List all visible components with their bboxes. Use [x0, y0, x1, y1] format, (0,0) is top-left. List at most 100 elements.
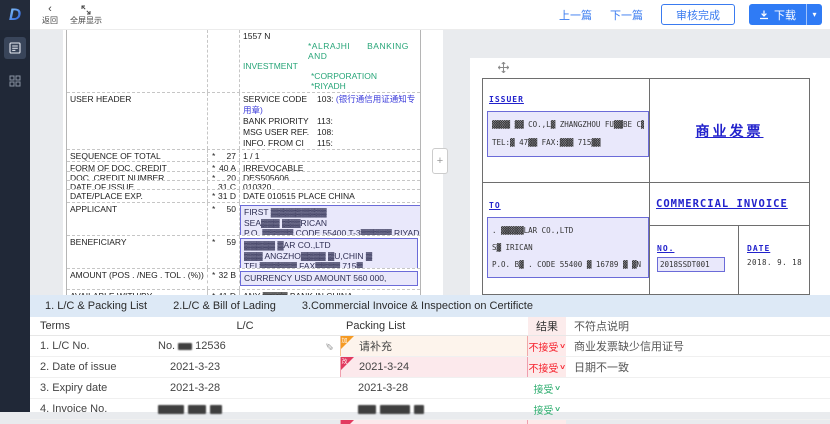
redacted-block [358, 405, 376, 414]
caret-down-icon: ▾ [812, 10, 816, 19]
result-select[interactable]: 不接受 ∨ [528, 357, 566, 377]
col-packing-list: Packing List [340, 317, 528, 335]
highlight-amount: CURRENCY USD AMOUNT 560 000, [240, 271, 418, 286]
modified-flag-icon [341, 420, 354, 424]
invoice-date-cell: DATE 2018. 9. 18 [739, 226, 809, 294]
download-button[interactable]: 下载 [749, 4, 806, 25]
chevron-down-icon: ∨ [554, 384, 561, 392]
col-lc: L/C [150, 317, 340, 335]
next-doc-link[interactable]: 下一篇 [610, 7, 643, 23]
table-row: 2. Date of issue 2021-3-23 改 2021-3-24 不… [30, 357, 830, 378]
fullscreen-label: 全屏显示 [70, 17, 102, 25]
highlight-applicant: FIRST ▓▓▓▓▓▓▓▓▓ SEA▓▓▓ ▓▓▓RICAN P.O. ▓▓▓… [240, 205, 420, 236]
app-logo: D [0, 0, 30, 30]
lc-value-cell: 2021-3-23 [150, 357, 340, 377]
invoice-document-page[interactable]: ISSUER ▓▓▓▓ ▓▓ CO.,L▓ ZHANGZHOU FU▓▓BE C… [470, 58, 830, 295]
swift-row: DATE OF ISSUE 31 C 010320 [67, 181, 420, 190]
swift-row-bank: 1557 N *ALRAJHI BANKING AND INVESTMENT *… [67, 30, 420, 93]
tab-invoice-inspection[interactable]: 3.Commercial Invoice & Inspection on Cer… [302, 300, 533, 312]
discrepancy-note [566, 399, 830, 419]
invoice-title-en: COMMERCIAL INVOICE [656, 198, 788, 210]
comparison-tabs: 1. L/C & Packing List 2.L/C & Bill of La… [30, 295, 830, 317]
result-select[interactable]: 接受 ∨ [528, 399, 566, 419]
swift-table: 1557 N *ALRAJHI BANKING AND INVESTMENT *… [66, 30, 421, 295]
redacted-block [380, 405, 410, 414]
table-header: Terms L/C Packing List 结果 不符点说明 [30, 317, 830, 336]
invoice-no-cell: NO. 2018SSDT001 [650, 226, 739, 294]
tab-lc-packing-list[interactable]: 1. L/C & Packing List [45, 300, 147, 312]
lc-value-cell: 2021-3-28 [150, 378, 340, 398]
redacted-block [178, 343, 192, 350]
table-row-partial [30, 420, 830, 424]
download-label: 下载 [774, 7, 796, 23]
swift-row: SEQUENCE OF TOTAL *27 1 / 1 [67, 150, 420, 162]
result-select[interactable]: 接受 ∨ [528, 378, 566, 398]
lc-value-cell [150, 399, 340, 419]
result-select[interactable]: 不接受 ∨ [528, 336, 566, 356]
invoice-subtitle-cell: COMMERCIAL INVOICE [650, 183, 809, 226]
swift-row-applicant: APPLICANT *50 FIRST ▓▓▓▓▓▓▓▓▓ SEA▓▓▓ ▓▓▓… [67, 203, 420, 236]
sidebar-item-document[interactable] [4, 37, 26, 59]
review-complete-button[interactable]: 审核完成 [661, 4, 735, 25]
packing-value-cell: 2021-3-28 [340, 378, 528, 398]
expand-handle[interactable]: + [432, 148, 448, 174]
invoice-title-cn: 商业发票 [696, 121, 764, 141]
comparison-panel: 1. L/C & Packing List 2.L/C & Bill of La… [30, 295, 830, 412]
to-label: TO [489, 201, 649, 210]
issuer-label: ISSUER [489, 95, 649, 104]
highlight-to: . ▓▓▓▓▓LAR CO.,LTD S▓ IRICAN P.O. B▓ . C… [487, 217, 649, 278]
packing-value-cell [340, 420, 528, 424]
redacted-block [414, 405, 424, 414]
chevron-down-icon: ∨ [559, 342, 566, 350]
discrepancy-note [566, 378, 830, 398]
tab-lc-bill-of-lading[interactable]: 2.L/C & Bill of Lading [173, 300, 276, 312]
packing-value-cell: 改 2021-3-24 [340, 357, 528, 377]
fullscreen-button[interactable]: 全屏显示 [70, 4, 102, 25]
col-terms: Terms [30, 317, 150, 335]
fullscreen-icon [81, 4, 91, 15]
chevron-down-icon: ∨ [559, 363, 566, 371]
swift-intro-value: 1557 N [243, 31, 418, 41]
swift-row-amount: AMOUNT (POS . /NEG . TOL . (%)) *32 B CU… [67, 269, 420, 290]
swift-row-user-header: USER HEADER SERVICE CODE103: (银行通信用证通知专用… [67, 93, 420, 150]
discrepancy-note: 商业发票缺少信用证号 [566, 336, 830, 356]
download-button-group: 下载 ▾ [749, 4, 822, 25]
document-list-icon [9, 42, 21, 54]
highlight-invoice-no: 2018SSDT001 [657, 257, 725, 272]
added-flag-icon: 加 [341, 336, 354, 349]
swift-row: FORM OF DOC. CREDIT *40 A IRREVOCABLE [67, 162, 420, 172]
back-button[interactable]: ‹ 返回 [42, 4, 58, 25]
discrepancy-note: 日期不一致 [566, 357, 830, 377]
invoice-date-label: DATE [747, 244, 809, 253]
download-icon [759, 10, 769, 20]
invoice-title-cell: 商业发票 [650, 79, 809, 183]
redacted-block [210, 405, 222, 414]
highlight-beneficiary: ▓▓▓▓▓ ▓AR CO.,LTD ▓▓▓ ANGZHO▓▓▓▓ ▓U,CHIN… [240, 238, 418, 269]
invoice-date-value: 2018. 9. 18 [747, 258, 809, 267]
sidebar [0, 30, 30, 412]
col-result: 结果 [528, 317, 566, 335]
invoice-table: ISSUER ▓▓▓▓ ▓▓ CO.,L▓ ZHANGZHOU FU▓▓BE C… [482, 78, 810, 295]
table-row: 3. Expiry date 2021-3-28 2021-3-28 接受 ∨ [30, 378, 830, 399]
swift-row-beneficiary: BENEFICIARY *59 ▓▓▓▓▓ ▓AR CO.,LTD ▓▓▓ AN… [67, 236, 420, 269]
topbar: ‹ 返回 全屏显示 上一篇 下一篇 审核完成 下载 ▾ [30, 0, 830, 30]
logo-letter: D [9, 5, 21, 25]
packing-value-cell [340, 399, 528, 419]
invoice-to-cell: TO . ▓▓▓▓▓LAR CO.,LTD S▓ IRICAN P.O. B▓ … [483, 183, 649, 294]
redacted-block [158, 405, 184, 414]
swift-row: DOC. CREDIT NUMBER *20 DES505606 [67, 172, 420, 181]
redacted-block [188, 405, 206, 414]
lc-document-page[interactable]: 1557 N *ALRAJHI BANKING AND INVESTMENT *… [63, 30, 443, 295]
highlight-issuer: ▓▓▓▓ ▓▓ CO.,L▓ ZHANGZHOU FU▓▓BE C▓ ▓A TE… [487, 111, 649, 157]
sidebar-item-grid[interactable] [4, 70, 26, 92]
lc-value-cell: No. 12536 ✎ [150, 336, 340, 356]
invoice-no-label: NO. [657, 244, 738, 253]
prev-doc-link[interactable]: 上一篇 [559, 7, 592, 23]
edit-icon[interactable]: ✎ [322, 342, 333, 350]
invoice-issuer-cell: ISSUER ▓▓▓▓ ▓▓ CO.,L▓ ZHANGZHOU FU▓▓BE C… [483, 79, 649, 183]
move-icon[interactable] [498, 62, 509, 73]
grid-icon [9, 75, 21, 87]
document-area: 1557 N *ALRAJHI BANKING AND INVESTMENT *… [30, 30, 830, 295]
download-dropdown-button[interactable]: ▾ [806, 4, 822, 25]
col-discrepancy: 不符点说明 [566, 317, 830, 335]
